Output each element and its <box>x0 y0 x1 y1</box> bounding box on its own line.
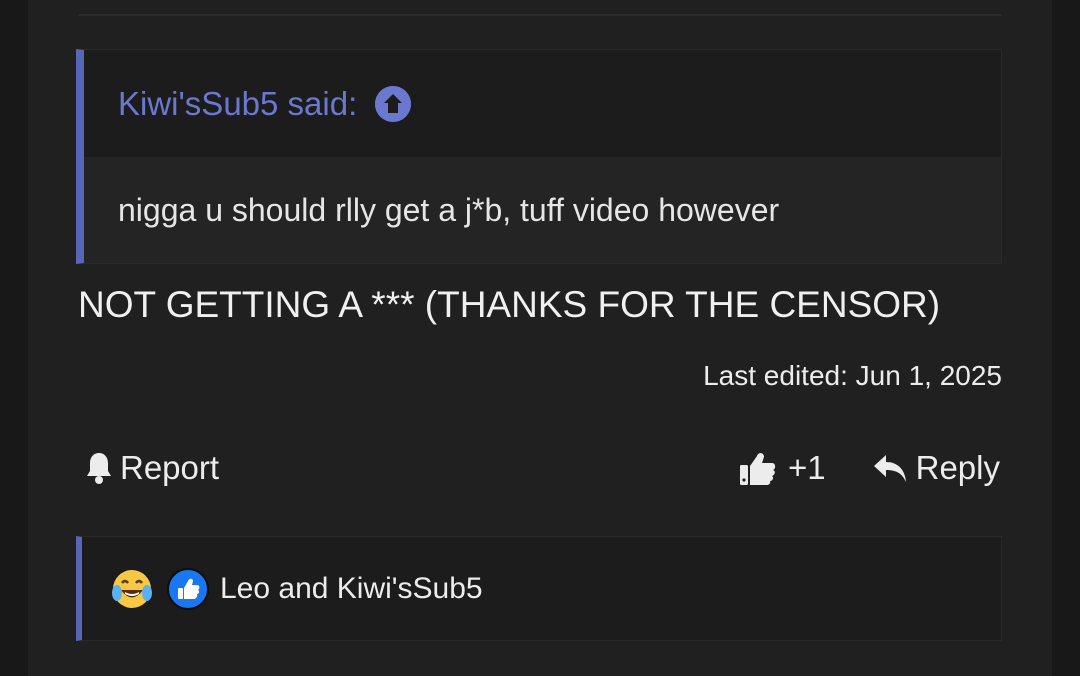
reply-button[interactable]: Reply <box>872 440 1000 496</box>
like-reaction-icon <box>166 567 210 611</box>
quote-header: Kiwi'sSub5 said: <box>84 50 1001 157</box>
divider <box>78 14 1002 16</box>
post-message: NOT GETTING A *** (THANKS FOR THE CENSOR… <box>78 284 941 325</box>
reaction-users[interactable]: Leo and Kiwi'sSub5 <box>220 572 483 606</box>
quote-block[interactable]: Kiwi'sSub5 said: nigga u should rlly get… <box>76 49 1002 264</box>
bell-icon <box>84 451 114 485</box>
report-button[interactable]: Report <box>84 440 219 496</box>
reactions-bar[interactable]: Leo and Kiwi'sSub5 <box>76 536 1002 641</box>
post-container: Kiwi'sSub5 said: nigga u should rlly get… <box>28 0 1052 676</box>
quote-author[interactable]: Kiwi'sSub5 said: <box>118 85 357 123</box>
reply-label: Reply <box>915 449 1000 486</box>
thumbs-up-icon <box>738 448 778 488</box>
report-label: Report <box>120 449 220 486</box>
quote-text: nigga u should rlly get a j*b, tuff vide… <box>84 157 1001 263</box>
last-edited: Last edited: Jun 1, 2025 <box>703 360 1002 391</box>
laughing-crying-emoji-icon <box>110 567 154 611</box>
post-actions: Report +1 Reply <box>78 440 1002 496</box>
arrow-up-icon[interactable] <box>375 85 412 122</box>
reply-arrow-icon <box>872 452 908 484</box>
like-button[interactable]: +1 <box>738 440 826 496</box>
like-count: +1 <box>788 449 826 486</box>
